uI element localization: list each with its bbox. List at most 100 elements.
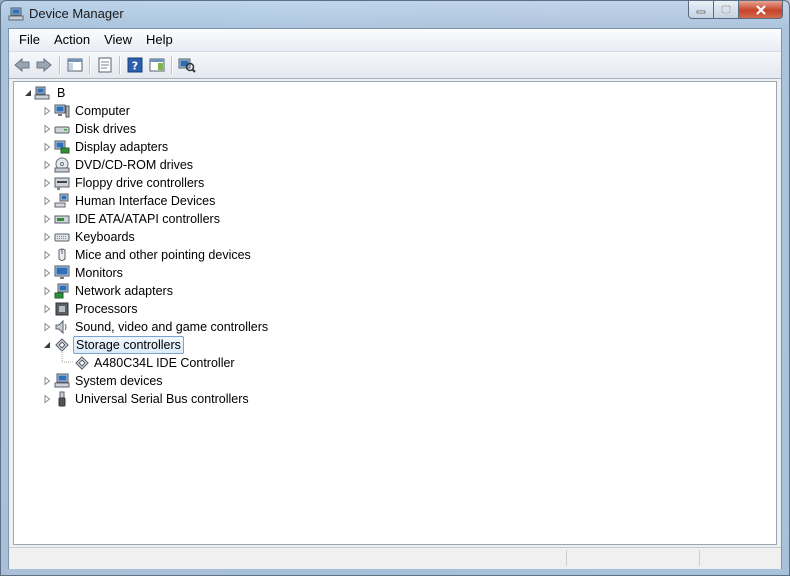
device-manager-icon [8, 7, 24, 21]
tree-category-label: Processors [75, 302, 138, 316]
forward-button[interactable] [34, 55, 54, 75]
maximize-button[interactable] [714, 1, 739, 19]
tree-category[interactable]: Processors [14, 300, 774, 318]
collapsed-arrow-icon[interactable] [42, 178, 52, 188]
tree-category-label: Disk drives [75, 122, 137, 136]
collapsed-arrow-icon[interactable] [42, 142, 52, 152]
menu-file[interactable]: File [12, 30, 47, 50]
system-devices-icon [54, 373, 70, 388]
properties-icon [98, 57, 112, 73]
tree-category[interactable]: Floppy drive controllers [14, 174, 774, 192]
tree-category[interactable]: Computer [14, 102, 774, 120]
scan-hardware-button[interactable] [177, 55, 197, 75]
svg-text:?: ? [132, 60, 138, 73]
status-bar [9, 547, 781, 569]
floppy-controller-icon [54, 177, 70, 190]
tree-category-label: System devices [75, 374, 163, 388]
usb-icon [58, 391, 66, 407]
collapsed-arrow-icon[interactable] [42, 268, 52, 278]
tree-category-label: DVD/CD-ROM drives [75, 158, 194, 172]
tree-category[interactable]: Display adapters [14, 138, 774, 156]
scan-hardware-icon [178, 58, 196, 73]
close-icon [755, 4, 766, 15]
tree-category-label: Universal Serial Bus controllers [75, 392, 249, 406]
device-tree[interactable]: B Computer Disk drives Display adapters DVD… [13, 81, 777, 545]
toolbar: ? [9, 52, 781, 79]
tree-category-label: Storage controllers [73, 336, 184, 354]
back-button[interactable] [12, 55, 32, 75]
tree-category-label: Floppy drive controllers [75, 176, 205, 190]
show-action-pane-button[interactable] [147, 55, 167, 75]
collapsed-arrow-icon[interactable] [42, 214, 52, 224]
help-icon: ? [127, 57, 143, 73]
show-hide-tree-button[interactable] [65, 55, 85, 75]
tree-category-label: Network adapters [75, 284, 173, 298]
dvd-drive-icon [54, 157, 70, 173]
computer-root-icon [34, 86, 50, 100]
tree-category[interactable]: Monitors [14, 264, 774, 282]
properties-button[interactable] [95, 55, 115, 75]
collapsed-arrow-icon[interactable] [42, 196, 52, 206]
back-icon [14, 57, 30, 73]
tree-category[interactable]: Human Interface Devices [14, 192, 774, 210]
tree-category[interactable]: Keyboards [14, 228, 774, 246]
collapsed-arrow-icon[interactable] [42, 124, 52, 134]
tree-category-label: Keyboards [75, 230, 135, 244]
tree-device-label: A480C34L IDE Controller [94, 356, 235, 370]
forward-icon [36, 57, 52, 73]
maximize-icon [721, 5, 731, 14]
tree-category[interactable]: Disk drives [14, 120, 774, 138]
window-title: Device Manager [29, 6, 124, 21]
status-pane-2 [699, 550, 780, 566]
tree-category-label: Mice and other pointing devices [75, 248, 251, 262]
network-adapter-icon [54, 283, 69, 299]
title-bar[interactable]: Device Manager [1, 1, 789, 27]
device-manager-window: Device Manager File Action View Help ? B… [0, 0, 790, 576]
collapsed-arrow-icon[interactable] [42, 106, 52, 116]
tree-device[interactable]: A480C34L IDE Controller [14, 350, 774, 372]
storage-controller-icon [75, 356, 89, 370]
tree-category[interactable]: Mice and other pointing devices [14, 246, 774, 264]
show-hide-console-tree-icon [67, 58, 83, 72]
display-adapter-icon [54, 140, 70, 154]
tree-category-label: Display adapters [75, 140, 169, 154]
collapsed-arrow-icon[interactable] [42, 160, 52, 170]
show-action-pane-icon [149, 58, 165, 72]
disk-drive-icon [54, 126, 70, 134]
tree-category[interactable]: Sound, video and game controllers [14, 318, 774, 336]
menu-help[interactable]: Help [139, 30, 180, 50]
collapsed-arrow-icon[interactable] [42, 322, 52, 332]
collapsed-arrow-icon[interactable] [42, 304, 52, 314]
collapsed-arrow-icon[interactable] [42, 286, 52, 296]
close-button[interactable] [739, 1, 783, 19]
tree-category[interactable]: DVD/CD-ROM drives [14, 156, 774, 174]
expanded-arrow-icon[interactable] [42, 340, 52, 350]
keyboard-icon [54, 233, 70, 242]
collapsed-arrow-icon[interactable] [42, 394, 52, 404]
collapsed-arrow-icon[interactable] [42, 250, 52, 260]
hid-icon [54, 193, 69, 208]
tree-category[interactable]: Universal Serial Bus controllers [14, 390, 774, 408]
ide-controller-icon [54, 215, 70, 224]
collapsed-arrow-icon[interactable] [42, 232, 52, 242]
tree-root[interactable]: B [14, 84, 774, 102]
tree-category[interactable]: Network adapters [14, 282, 774, 300]
menu-view[interactable]: View [97, 30, 139, 50]
menu-action[interactable]: Action [47, 30, 97, 50]
minimize-button[interactable] [688, 1, 714, 19]
root-label: B [57, 86, 66, 100]
tree-category-label: Human Interface Devices [75, 194, 216, 208]
tree-category-label: Monitors [75, 266, 123, 280]
tree-category[interactable]: System devices [14, 372, 774, 390]
tree-category-label: Sound, video and game controllers [75, 320, 269, 334]
tree-category-label: IDE ATA/ATAPI controllers [75, 212, 220, 226]
collapsed-arrow-icon[interactable] [42, 376, 52, 386]
status-pane-1 [566, 550, 699, 566]
tree-category-label: Computer [75, 104, 130, 118]
tree-category[interactable]: Storage controllers [14, 336, 774, 354]
help-button[interactable]: ? [125, 55, 145, 75]
sound-icon [55, 319, 67, 335]
menu-bar: File Action View Help [9, 29, 781, 52]
mouse-icon [58, 248, 66, 261]
tree-category[interactable]: IDE ATA/ATAPI controllers [14, 210, 774, 228]
